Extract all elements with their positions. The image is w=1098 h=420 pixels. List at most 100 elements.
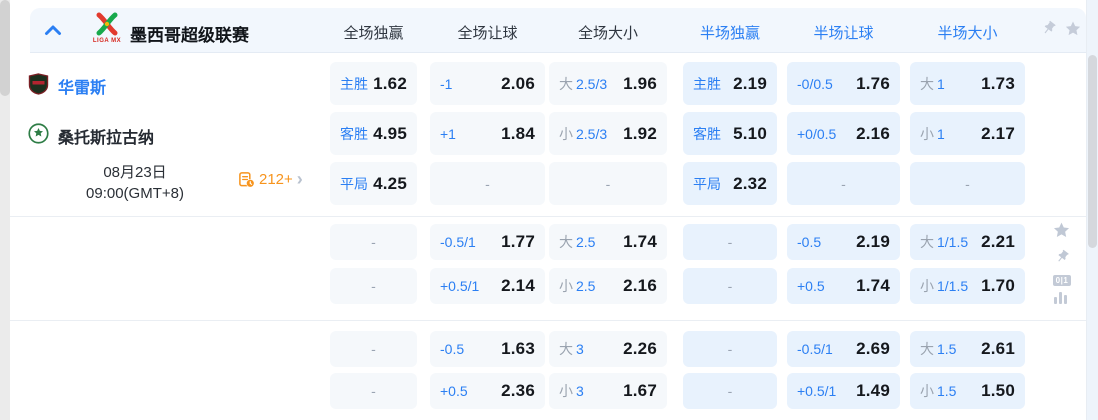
odds-selection-label: 大1 <box>920 74 945 94</box>
odds-cell-r7-ht-handicap[interactable]: +0.5/11.49 <box>787 373 900 409</box>
odds-selection-label: -0.5 <box>797 234 821 250</box>
odds-cell-r7-ft-ou[interactable]: 小31.67 <box>549 373 667 409</box>
odds-selection-label: +0/0.5 <box>797 126 836 142</box>
odds-value: 2.16 <box>623 276 657 296</box>
market-line: -1 <box>440 76 452 92</box>
market-line: 1/1.5 <box>937 278 968 294</box>
odds-selection-label: 主胜 <box>693 74 721 94</box>
odds-cell-r1-ft-ou[interactable]: 大2.5/3 1.96 <box>549 62 667 105</box>
odds-cell-r1-ht-handicap[interactable]: -0/0.51.76 <box>787 62 900 105</box>
odds-value: 1.50 <box>981 381 1015 401</box>
odds-selection-label: 小1 <box>920 124 945 144</box>
odds-cell-r7-ft-handicap[interactable]: +0.52.36 <box>430 373 545 409</box>
odds-value: 2.17 <box>981 124 1015 144</box>
market-line: 平局 <box>340 174 368 194</box>
left-scrollbar[interactable] <box>0 0 10 420</box>
bar-chart-icon[interactable] <box>1054 292 1067 304</box>
odds-cell-r4-ht-ou[interactable]: 大1/1.5 2.21 <box>910 224 1025 260</box>
odds-value: 2.69 <box>856 339 890 359</box>
market-line: 3 <box>576 383 584 399</box>
market-line: 平局 <box>693 174 721 194</box>
odds-cell-r5-ft-ou[interactable]: 小2.5 2.16 <box>549 268 667 304</box>
odds-cell-r2-ft-1x2[interactable]: 客胜4.95 <box>330 112 417 155</box>
market-line: 2.5 <box>576 278 595 294</box>
odds-cell-r6-ft-ou[interactable]: 大32.26 <box>549 331 667 367</box>
odds-cell-r1-ft-1x2[interactable]: 主胜1.62 <box>330 62 417 105</box>
over-under-prefix: 小 <box>559 276 573 296</box>
odds-cell-r6-ht-handicap[interactable]: -0.5/1 2.69 <box>787 331 900 367</box>
over-under-prefix: 小 <box>920 124 934 144</box>
odds-empty-dash: - <box>728 234 733 250</box>
market-line: 1.5 <box>937 341 956 357</box>
left-scrollbar-thumb[interactable] <box>0 0 10 96</box>
odds-cell-r6-ht-ou[interactable]: 大1.52.61 <box>910 331 1025 367</box>
odds-cell-r3-ht-1x2[interactable]: 平局 2.32 <box>683 162 777 205</box>
right-scrollbar-thumb[interactable] <box>1088 55 1097 248</box>
odds-selection-label: +0.5 <box>797 278 825 294</box>
odds-cell-r1-ht-1x2[interactable]: 主胜2.19 <box>683 62 777 105</box>
odds-cell-r3-ft-ou: - <box>549 162 667 205</box>
corner-stat-icon[interactable]: 0|1 <box>1053 275 1071 286</box>
odds-selection-label: 小2.5 <box>559 276 595 296</box>
odds-cell-r4-ft-ou[interactable]: 大2.51.74 <box>549 224 667 260</box>
odds-value: 2.32 <box>733 174 767 194</box>
market-line: +0.5 <box>797 278 825 294</box>
pin-icon[interactable] <box>1054 249 1070 270</box>
market-line: +0.5/1 <box>440 278 479 294</box>
odds-cell-r1-ft-handicap[interactable]: -12.06 <box>430 62 545 105</box>
odds-selection-label: -1 <box>440 76 452 92</box>
odds-selection-label: 大3 <box>559 339 584 359</box>
odds-cell-r5-ht-1x2: - <box>683 268 777 304</box>
odds-cell-r6-ft-handicap[interactable]: -0.51.63 <box>430 331 545 367</box>
right-scrollbar[interactable] <box>1086 0 1098 420</box>
over-under-prefix: 小 <box>920 276 934 296</box>
market-line: -0.5/1 <box>797 341 833 357</box>
odds-selection-label: 大2.5/3 <box>559 74 607 94</box>
odds-cell-r5-ht-handicap[interactable]: +0.5 1.74 <box>787 268 900 304</box>
odds-selection-label: -0.5/1 <box>440 234 476 250</box>
odds-value: 1.84 <box>501 124 535 144</box>
odds-value: 1.73 <box>981 74 1015 94</box>
odds-cell-r4-ht-handicap[interactable]: -0.52.19 <box>787 224 900 260</box>
odds-empty-dash: - <box>371 341 376 357</box>
odds-cell-r5-ft-handicap[interactable]: +0.5/12.14 <box>430 268 545 304</box>
odds-selection-label: +1 <box>440 126 456 142</box>
market-line: 2.5/3 <box>576 76 607 92</box>
odds-cell-r6-ht-1x2: - <box>683 331 777 367</box>
odds-cell-r2-ht-handicap[interactable]: +0/0.52.16 <box>787 112 900 155</box>
odds-cell-r2-ht-1x2[interactable]: 客胜5.10 <box>683 112 777 155</box>
over-under-prefix: 大 <box>559 232 573 252</box>
odds-selection-label: 小1/1.5 <box>920 276 968 296</box>
odds-cell-r2-ft-handicap[interactable]: +1 1.84 <box>430 112 545 155</box>
odds-value: 2.21 <box>981 232 1015 252</box>
odds-cell-r3-ft-1x2[interactable]: 平局4.25 <box>330 162 417 205</box>
market-line: 2.5/3 <box>576 126 607 142</box>
star-icon[interactable] <box>1052 221 1071 245</box>
market-line: -0.5 <box>440 341 464 357</box>
over-under-prefix: 大 <box>559 339 573 359</box>
odds-selection-label: 大2.5 <box>559 232 595 252</box>
market-line: 主胜 <box>340 74 368 94</box>
odds-value: 1.74 <box>856 276 890 296</box>
odds-cell-r5-ht-ou[interactable]: 小1/1.51.70 <box>910 268 1025 304</box>
odds-empty-dash: - <box>965 176 970 192</box>
odds-value: 4.25 <box>373 174 407 194</box>
market-line: 2.5 <box>576 234 595 250</box>
odds-empty-dash: - <box>371 234 376 250</box>
odds-cell-r2-ft-ou[interactable]: 小2.5/31.92 <box>549 112 667 155</box>
odds-cell-r2-ht-ou[interactable]: 小1 2.17 <box>910 112 1025 155</box>
market-line: 主胜 <box>693 74 721 94</box>
odds-value: 1.96 <box>623 74 657 94</box>
odds-selection-label: +0.5 <box>440 383 468 399</box>
odds-selection-label: 大1/1.5 <box>920 232 968 252</box>
odds-selection-label: +0.5/1 <box>440 278 479 294</box>
odds-value: 1.76 <box>856 74 890 94</box>
market-line: 1/1.5 <box>937 234 968 250</box>
odds-cell-r7-ft-1x2: - <box>330 373 417 409</box>
odds-cell-r1-ht-ou[interactable]: 大1 1.73 <box>910 62 1025 105</box>
odds-cell-r7-ht-ou[interactable]: 小1.51.50 <box>910 373 1025 409</box>
odds-selection-label: -0.5 <box>440 341 464 357</box>
odds-cell-r4-ft-handicap[interactable]: -0.5/11.77 <box>430 224 545 260</box>
odds-selection-label: 客胜 <box>340 124 368 144</box>
odds-selection-label: 大1.5 <box>920 339 956 359</box>
